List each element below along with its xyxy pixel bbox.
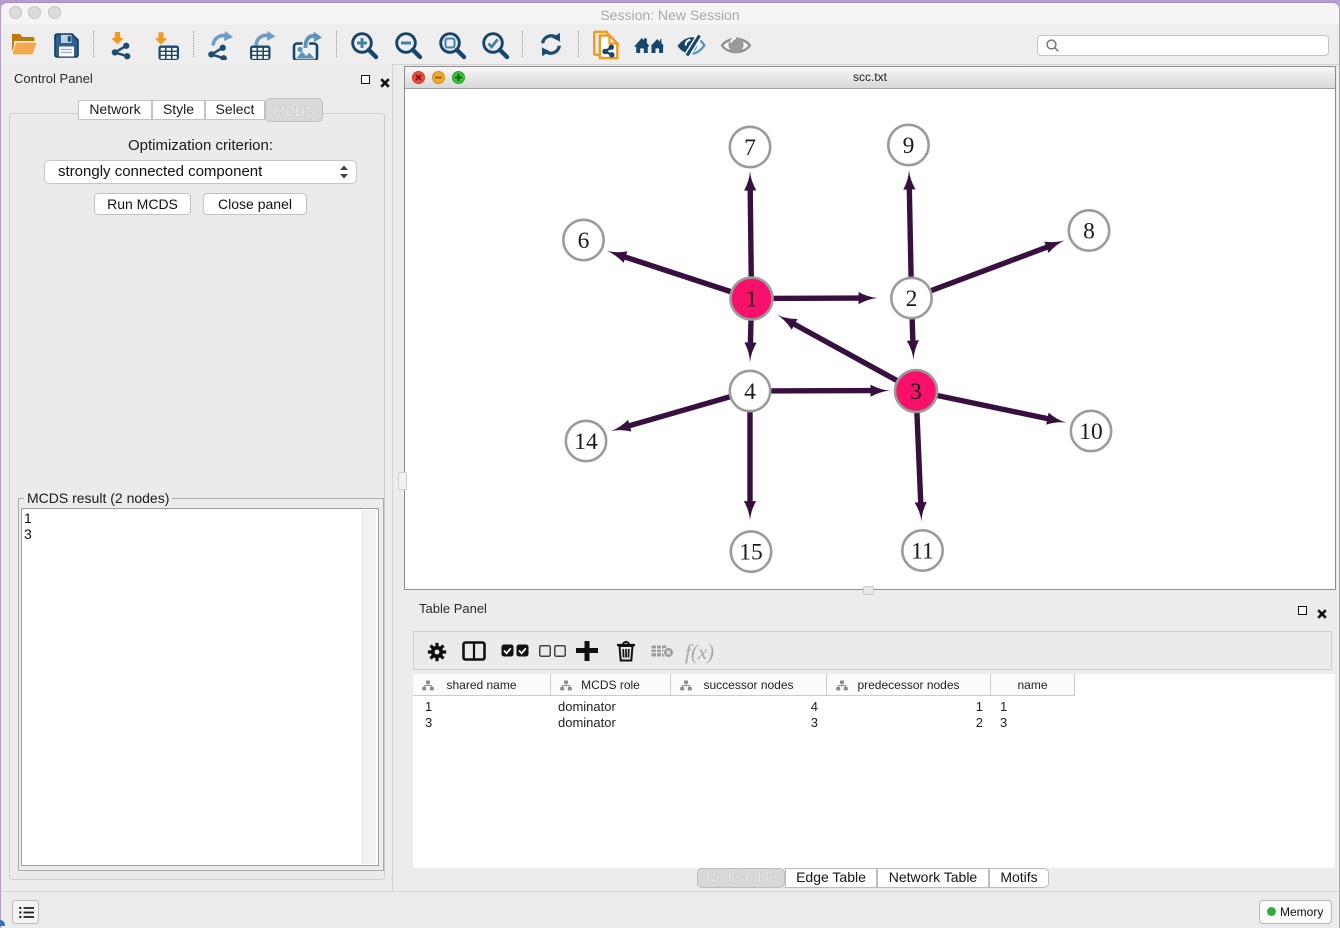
svg-text:9: 9 (903, 133, 915, 159)
svg-text:10: 10 (1079, 419, 1103, 445)
svg-text:6: 6 (578, 228, 590, 254)
svg-text:7: 7 (744, 135, 756, 161)
svg-text:8: 8 (1083, 219, 1095, 245)
svg-text:15: 15 (739, 540, 763, 566)
svg-text:2: 2 (906, 286, 918, 312)
svg-text:3: 3 (910, 379, 922, 405)
svg-text:11: 11 (911, 539, 934, 565)
svg-text:1: 1 (746, 287, 758, 313)
svg-text:4: 4 (744, 379, 756, 405)
svg-text:14: 14 (574, 429, 598, 455)
